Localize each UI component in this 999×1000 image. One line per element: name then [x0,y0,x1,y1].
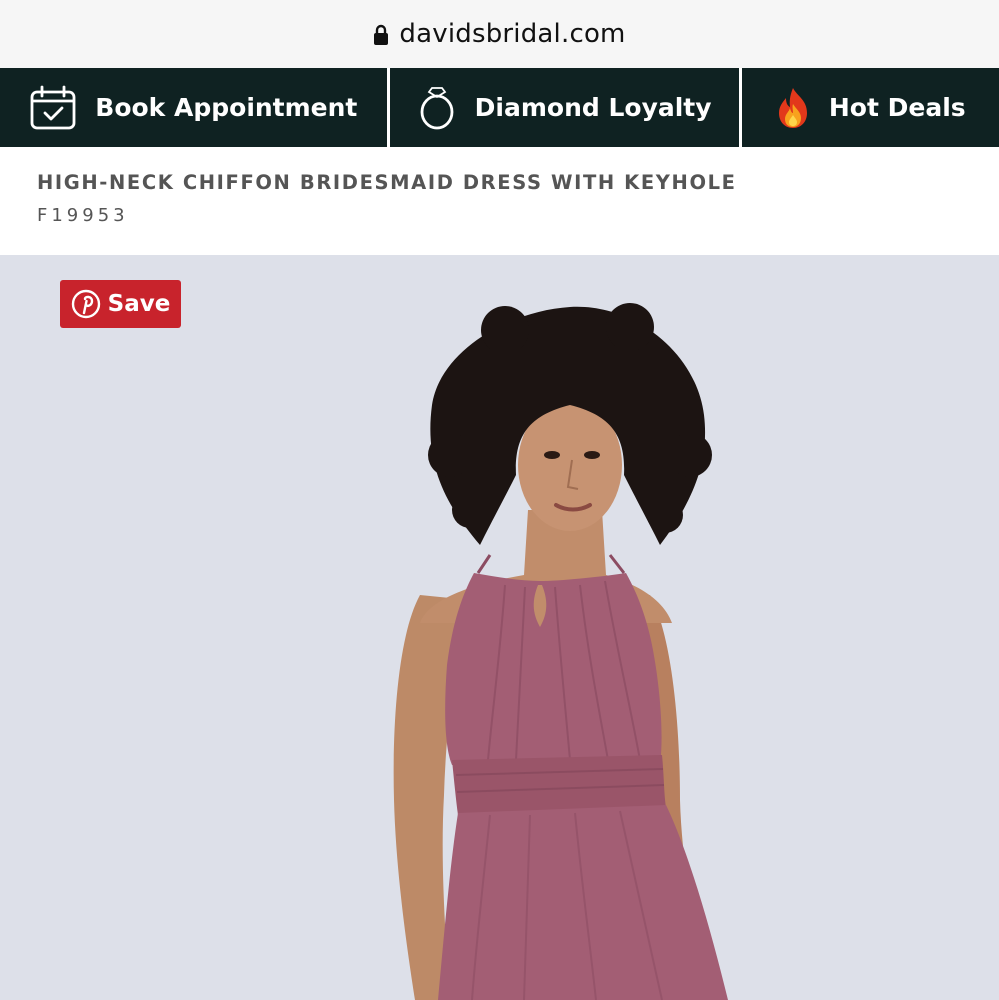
pinterest-icon [71,289,101,319]
product-title: HIGH-NECK CHIFFON BRIDESMAID DRESS WITH … [37,171,737,194]
product-header: HIGH-NECK CHIFFON BRIDESMAID DRESS WITH … [0,147,999,255]
hot-deals-link[interactable]: Hot Deals [742,68,999,147]
lock-icon [374,24,389,45]
diamond-loyalty-label: Diamond Loyalty [474,93,712,122]
save-label: Save [107,291,171,317]
browser-url-bar[interactable]: davidsbridal.com [0,0,999,68]
pinterest-save-button[interactable]: Save [60,280,181,328]
diamond-ring-icon [417,85,457,131]
book-appointment-link[interactable]: Book Appointment [0,68,387,147]
hot-deals-label: Hot Deals [828,93,966,122]
promo-nav-bar: Book Appointment Diamond Loyalty Hot Dea… [0,68,999,147]
diamond-loyalty-link[interactable]: Diamond Loyalty [390,68,739,147]
calendar-check-icon [29,85,77,131]
product-image[interactable]: Save [0,255,999,1000]
book-appointment-label: Book Appointment [95,93,358,122]
url-text: davidsbridal.com [399,19,626,49]
flame-icon [775,86,811,130]
model-illustration [393,303,728,1000]
product-sku: F19953 [37,205,129,226]
